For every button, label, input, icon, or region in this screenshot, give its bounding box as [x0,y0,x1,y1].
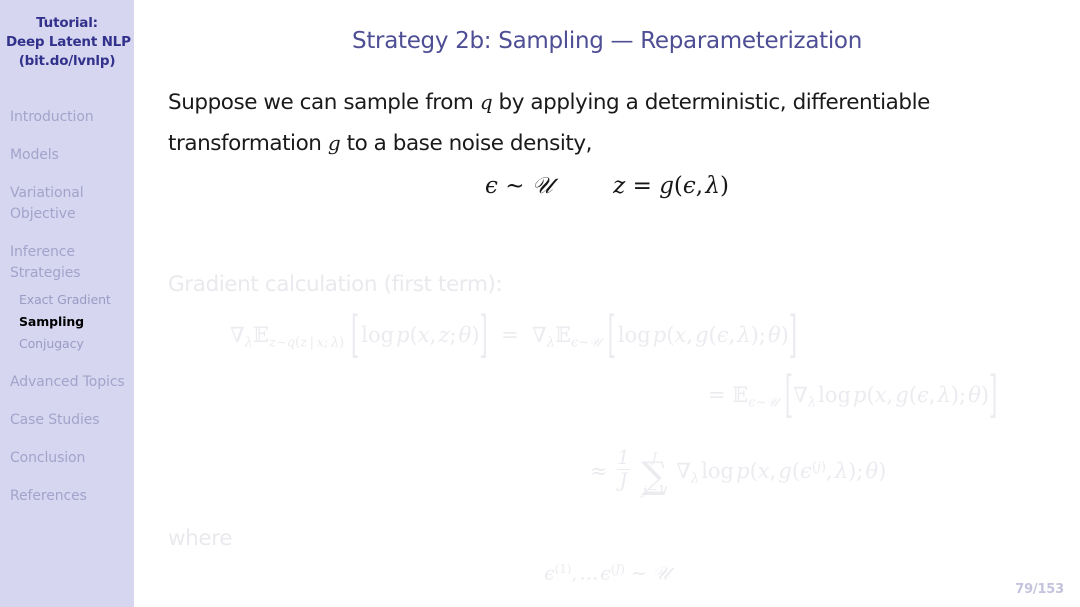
sidebar-item-conclusion[interactable]: Conclusion [10,448,134,469]
sidebar-item-references[interactable]: References [10,486,134,507]
sidebar-item-models[interactable]: Models [10,145,134,166]
faded-label-gradient-calculation: Gradient calculation (first term): [168,272,503,297]
sidebar-item-variational-objective[interactable]: Variational Objective [10,183,134,225]
body-paragraph: Suppose we can sample from q by applying… [168,82,998,164]
slide-root: Tutorial: Deep Latent NLP (bit.do/lvnlp)… [0,0,1080,607]
body-text-part-1: Suppose we can sample from [168,90,480,115]
sidebar-title-line-1: Tutorial: [36,15,98,31]
sidebar-item-sampling[interactable]: Sampling [10,311,134,333]
body-text-part-2: by applying a deterministic, differentia… [492,90,931,115]
sidebar-item-label-cont: Strategies [10,265,81,281]
sidebar-item-introduction[interactable]: Introduction [10,107,134,128]
sidebar-nav: Introduction Models Variational Objectiv… [0,107,134,507]
sidebar-item-inference-strategies[interactable]: Inference Strategies [10,242,134,284]
faded-label-where: where [168,526,233,551]
equation-epsilon-uniform: ϵ ∼ 𝒰 [485,173,553,199]
sidebar: Tutorial: Deep Latent NLP (bit.do/lvnlp)… [0,0,134,607]
sidebar-item-case-studies[interactable]: Case Studies [10,410,134,431]
sidebar-item-conjugacy[interactable]: Conjugacy [10,333,134,355]
sidebar-item-label: Models [10,147,59,163]
sidebar-subsection-group: Exact Gradient Sampling Conjugacy [10,289,134,355]
sidebar-title-line-2: Deep Latent NLP [6,34,131,50]
sidebar-item-label: Inference [10,244,75,260]
sidebar-item-label: Conclusion [10,450,86,466]
page-number: 79/153 [1015,582,1064,597]
faded-equation-line-4: ϵ(1), … ϵ(J) ∼ 𝒰 [544,562,670,585]
sidebar-item-label-cont: Objective [10,206,76,222]
page-title: Strategy 2b: Sampling — Reparameterizati… [352,28,862,54]
sidebar-title-line-3: (bit.do/lvnlp) [18,53,116,69]
sidebar-item-label: Introduction [10,109,94,125]
equation-z-equals-g: z = g(ϵ, λ) [613,173,729,199]
sidebar-item-advanced-topics[interactable]: Advanced Topics [10,372,134,393]
sidebar-item-label: Advanced Topics [10,374,125,390]
sidebar-item-label: References [10,488,87,504]
body-text-part-3: transformation [168,131,328,156]
slide-content: Strategy 2b: Sampling — Reparameterizati… [134,0,1080,607]
math-symbol-q: q [479,90,493,114]
sidebar-title: Tutorial: Deep Latent NLP (bit.do/lvnlp) [0,0,134,71]
sidebar-item-label: Case Studies [10,412,100,428]
display-equation: ϵ ∼ 𝒰 z = g(ϵ, λ) [134,173,1080,199]
faded-equation-line-3: ≈ 1J ∑ Jj=1 ∇λ log p(x, g(ϵ(j), λ); θ) [590,446,887,500]
sidebar-item-exact-gradient[interactable]: Exact Gradient [10,289,134,311]
math-symbol-g: g [327,131,341,155]
sidebar-item-label: Variational [10,185,84,201]
faded-equation-line-2: = 𝔼ϵ∼𝒰 [∇λ log p(x, g(ϵ, λ); θ)] [708,366,998,424]
faded-equation-line-1: ∇λ𝔼z∼q(z | x; λ) [ log p(x, z; θ)] = ∇λ𝔼… [230,306,798,364]
body-text-part-4: to a base noise density, [340,131,593,156]
